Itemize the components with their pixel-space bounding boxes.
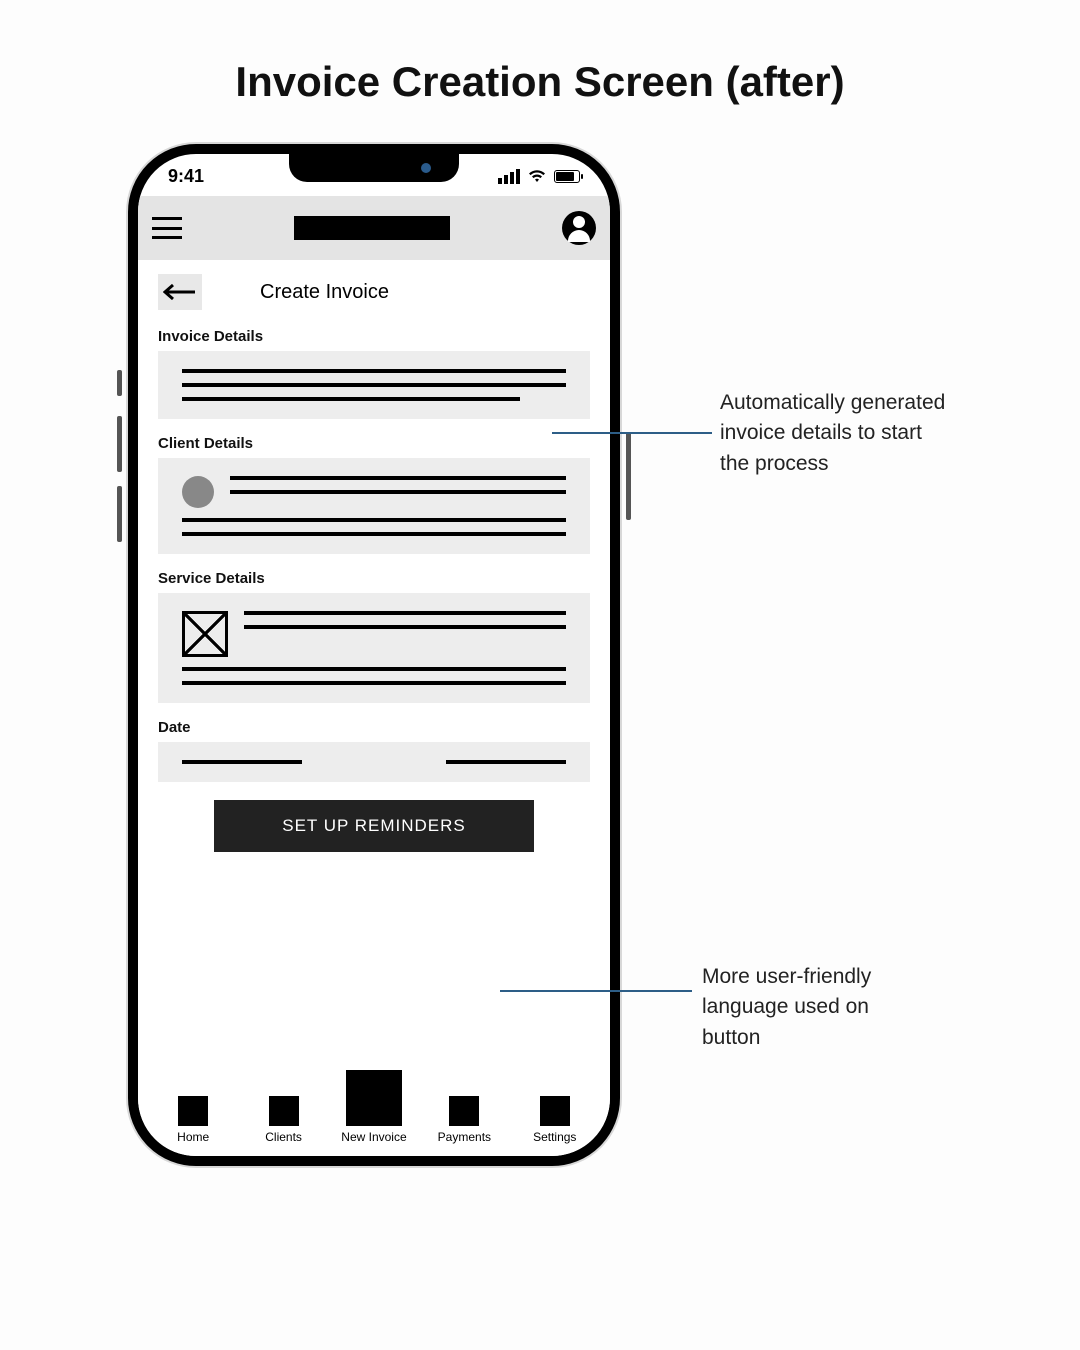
app-bar <box>138 196 610 260</box>
nav-payments[interactable]: Payments <box>429 1096 499 1144</box>
nav-label: New Invoice <box>341 1130 406 1144</box>
setup-reminders-button[interactable]: SET UP REMINDERS <box>214 800 534 852</box>
date-to-placeholder <box>446 760 566 764</box>
screen-title: Create Invoice <box>260 281 389 304</box>
nav-clients[interactable]: Clients <box>249 1096 319 1144</box>
placeholder-lines <box>182 518 566 536</box>
placeholder-lines <box>182 369 566 401</box>
date-from-placeholder <box>182 760 302 764</box>
client-details-label: Client Details <box>158 435 590 452</box>
home-icon <box>178 1096 208 1126</box>
menu-icon[interactable] <box>152 217 182 239</box>
new-invoice-icon <box>346 1070 402 1126</box>
screen-content: Create Invoice Invoice Details Client De… <box>138 260 610 1060</box>
service-details-card[interactable] <box>158 593 590 703</box>
nav-new-invoice[interactable]: New Invoice <box>339 1070 409 1144</box>
cellular-icon <box>498 169 520 184</box>
phone-frame: 9:41 Create Invoice I <box>128 144 620 1166</box>
service-details-label: Service Details <box>158 570 590 587</box>
nav-label: Home <box>177 1130 209 1144</box>
status-bar: 9:41 <box>138 162 610 190</box>
app-logo-placeholder <box>294 216 450 240</box>
annotation-leader-line <box>552 432 712 434</box>
annotation-cta-button: More user-friendly language used on butt… <box>702 962 932 1053</box>
wifi-icon <box>528 169 546 183</box>
arrow-left-icon <box>163 284 197 300</box>
bottom-nav: Home Clients New Invoice Payments Settin… <box>138 1060 610 1156</box>
phone-power-button <box>626 432 631 520</box>
clients-icon <box>269 1096 299 1126</box>
image-placeholder-icon <box>182 611 228 657</box>
phone-mute-switch <box>117 370 122 396</box>
settings-icon <box>540 1096 570 1126</box>
invoice-details-label: Invoice Details <box>158 328 590 345</box>
placeholder-lines <box>244 611 566 629</box>
date-label: Date <box>158 719 590 736</box>
date-card[interactable] <box>158 742 590 782</box>
placeholder-lines <box>230 476 566 494</box>
payments-icon <box>449 1096 479 1126</box>
back-button[interactable] <box>158 274 202 310</box>
client-details-card[interactable] <box>158 458 590 554</box>
annotation-invoice-details: Automatically generated invoice details … <box>720 388 950 479</box>
profile-icon[interactable] <box>562 211 596 245</box>
invoice-details-card[interactable] <box>158 351 590 419</box>
battery-icon <box>554 170 580 183</box>
nav-home[interactable]: Home <box>158 1096 228 1144</box>
phone-volume-up <box>117 416 122 472</box>
nav-label: Clients <box>265 1130 302 1144</box>
nav-label: Settings <box>533 1130 576 1144</box>
client-avatar-icon <box>182 476 214 508</box>
placeholder-lines <box>182 667 566 685</box>
annotation-leader-line <box>500 990 692 992</box>
phone-volume-down <box>117 486 122 542</box>
page-title: Invoice Creation Screen (after) <box>0 58 1080 106</box>
status-time: 9:41 <box>168 166 204 187</box>
nav-label: Payments <box>438 1130 491 1144</box>
nav-settings[interactable]: Settings <box>520 1096 590 1144</box>
